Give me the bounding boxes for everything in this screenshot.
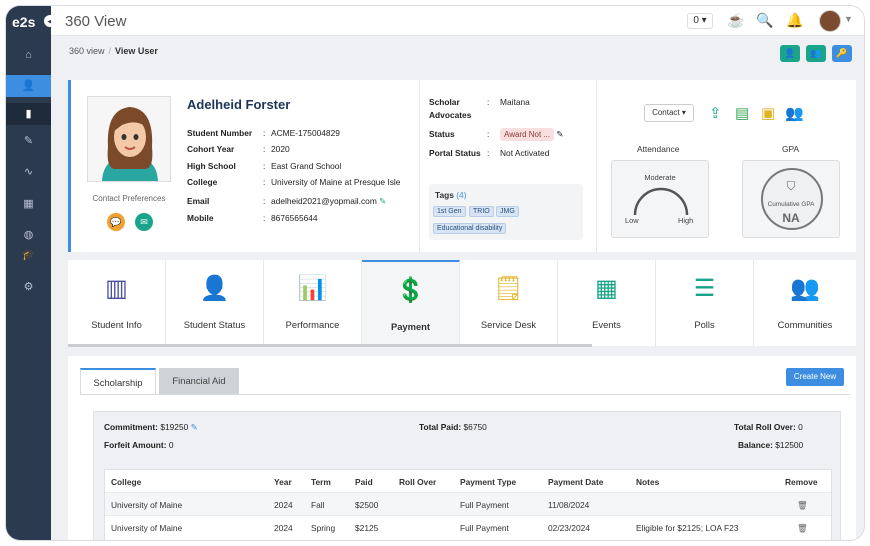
cup-icon[interactable]: ☕	[727, 12, 744, 29]
globe-icon[interactable]: ◍	[6, 224, 51, 246]
field-high-school: High School: East Grand School	[187, 161, 342, 171]
tags-label: Tags (4)	[435, 190, 467, 200]
user-info-icon: 👤	[199, 275, 230, 302]
edit-commitment-icon[interactable]: ✎	[191, 422, 198, 432]
tag: Educational disability	[433, 223, 507, 234]
tags-box: Tags (4) 1st Gen TRIO JMG Educational di…	[429, 184, 583, 240]
tiles-scrollbar[interactable]	[68, 344, 592, 347]
field-email: Email: adelheid2021@yopmail.com ✎	[187, 196, 387, 206]
profile-card: Contact Preferences 💬 ✉ Adelheid Forster…	[68, 80, 856, 252]
tag: TRIO	[469, 206, 494, 217]
student-photo	[87, 96, 171, 182]
email-icon[interactable]: ✉	[135, 213, 153, 231]
total-paid: Total Paid: $6750	[419, 422, 487, 432]
app-window: e2s ◂ ⌂ 👤 ▮ ✎ ∿ ▦ ◍ 🎓 ⚙ 360 View 0 ▾ ☕ 🔍 …	[6, 6, 864, 540]
breadcrumb-current: View User	[115, 46, 158, 56]
chat-icon[interactable]: 💬	[107, 213, 125, 231]
upload-icon[interactable]: ⇪	[709, 104, 722, 122]
graduation-cap-icon[interactable]: 🎓	[6, 244, 51, 266]
tile-polls[interactable]: ☰ Polls	[656, 260, 754, 346]
attendance-meter: Moderate Low High	[611, 160, 709, 238]
breadcrumb: 360 view / View User	[69, 46, 158, 56]
gpa-meter: ⛉ Cumulative GPA NA	[742, 160, 840, 238]
payment-table: College Year Term Paid Roll Over Payment…	[104, 469, 832, 540]
tile-service-desk[interactable]: 🗒 Service Desk	[460, 260, 558, 346]
chevron-down-icon[interactable]: ▼	[844, 14, 853, 24]
users-icon[interactable]: 👥	[785, 104, 804, 122]
gear-icon[interactable]: ⚙	[6, 276, 51, 298]
group-icon[interactable]: 👥	[806, 45, 826, 62]
commitment: Commitment: $19250 ✎	[104, 422, 198, 432]
field-scholar-advocates: Scholar Advocates: Maitana	[429, 97, 530, 120]
poll-list-icon: ☰	[693, 275, 716, 302]
balance: Balance: $12500	[738, 440, 804, 450]
edit-email-icon[interactable]: ✎	[379, 196, 386, 206]
tab-financial-aid[interactable]: Financial Aid	[159, 368, 239, 394]
trash-icon[interactable]: 🗑	[797, 500, 808, 511]
page-title: 360 View	[65, 13, 127, 30]
bar-chart-icon: 📊	[297, 275, 328, 302]
table-row: University of Maine 2024 Fall $2500 Full…	[105, 492, 831, 515]
module-tiles: ▥ Student Info 👤 Student Status 📊 Perfor…	[68, 260, 856, 346]
tag: 1st Gen	[433, 206, 466, 217]
document-icon[interactable]: ▤	[735, 104, 749, 122]
forfeit-amount: Forfeit Amount: 0	[104, 440, 174, 450]
field-student-number: Student Number: ACME-175004829	[187, 128, 340, 138]
tag: JMG	[496, 206, 519, 217]
notes-icon[interactable]: ▣	[761, 104, 775, 122]
contact-book-icon: ▥	[105, 275, 128, 302]
tile-student-status[interactable]: 👤 Student Status	[166, 260, 264, 346]
avatar[interactable]	[819, 10, 841, 32]
scholarship-summary: Commitment: $19250 ✎ Total Paid: $6750 T…	[93, 411, 841, 540]
payment-panel: Scholarship Financial Aid Create New Com…	[68, 356, 856, 540]
attendance-label: Attendance	[637, 144, 680, 154]
create-new-button[interactable]: Create New	[786, 368, 844, 386]
tile-events[interactable]: ▦ Events	[558, 260, 656, 346]
edit-status-icon[interactable]: ✎	[556, 129, 563, 139]
tab-scholarship[interactable]: Scholarship	[80, 368, 156, 394]
calendar-grid-icon: ▦	[595, 275, 618, 302]
home-icon[interactable]: ⌂	[6, 44, 51, 66]
add-user-icon[interactable]: 👤	[780, 45, 800, 62]
note-icon: 🗒	[493, 275, 524, 302]
breadcrumb-root[interactable]: 360 view	[69, 46, 105, 56]
search-icon[interactable]: 🔍	[756, 12, 773, 29]
status-badge: Award Not ...	[500, 128, 555, 141]
tile-payment[interactable]: 💲 Payment	[362, 260, 460, 346]
contact-preferences-label: Contact Preferences	[92, 194, 166, 203]
money-hand-icon: 💲	[395, 277, 426, 304]
chart-icon[interactable]: ∿	[6, 161, 51, 183]
edit-icon[interactable]: ✎	[6, 130, 51, 152]
shield-icon: ⛉	[786, 179, 796, 193]
field-portal-status: Portal Status: Not Activated	[429, 148, 550, 158]
sidebar: e2s ◂ ⌂ 👤 ▮ ✎ ∿ ▦ ◍ 🎓 ⚙	[6, 6, 56, 540]
total-rollover: Total Roll Over: 0	[734, 422, 803, 432]
tile-performance[interactable]: 📊 Performance	[264, 260, 362, 346]
tile-communities[interactable]: 👥 Communities	[754, 260, 856, 346]
student-name: Adelheid Forster	[187, 97, 291, 112]
gpa-label: GPA	[782, 144, 800, 154]
field-status: Status: Award Not ... ✎	[429, 128, 564, 141]
top-bar: 360 View 0 ▾ ☕ 🔍 🔔 ▼	[51, 6, 864, 36]
app-logo: e2s ◂	[6, 6, 56, 36]
calendar-icon[interactable]: ▦	[6, 193, 51, 215]
contact-dropdown[interactable]: Contact ▾	[644, 104, 694, 122]
field-cohort-year: Cohort Year:2020	[187, 144, 290, 154]
breadcrumb-bar: 360 view / View User 👤 👥 🔑	[51, 36, 864, 66]
field-college: College: University of Maine at Presque I…	[187, 177, 401, 187]
table-row: University of Maine 2024 Spring $2125 Fu…	[105, 515, 831, 538]
trash-icon[interactable]: 🗑	[797, 523, 808, 534]
mobile-icon[interactable]: ▮	[6, 103, 51, 125]
tile-student-info[interactable]: ▥ Student Info	[68, 260, 166, 346]
count-dropdown[interactable]: 0 ▾	[687, 13, 713, 29]
field-mobile: Mobile:8676565644	[187, 213, 318, 223]
bell-icon[interactable]: 🔔	[786, 12, 803, 29]
community-icon: 👥	[790, 275, 820, 302]
user-key-icon[interactable]: 🔑	[832, 45, 852, 62]
user-icon[interactable]: 👤	[6, 75, 51, 97]
